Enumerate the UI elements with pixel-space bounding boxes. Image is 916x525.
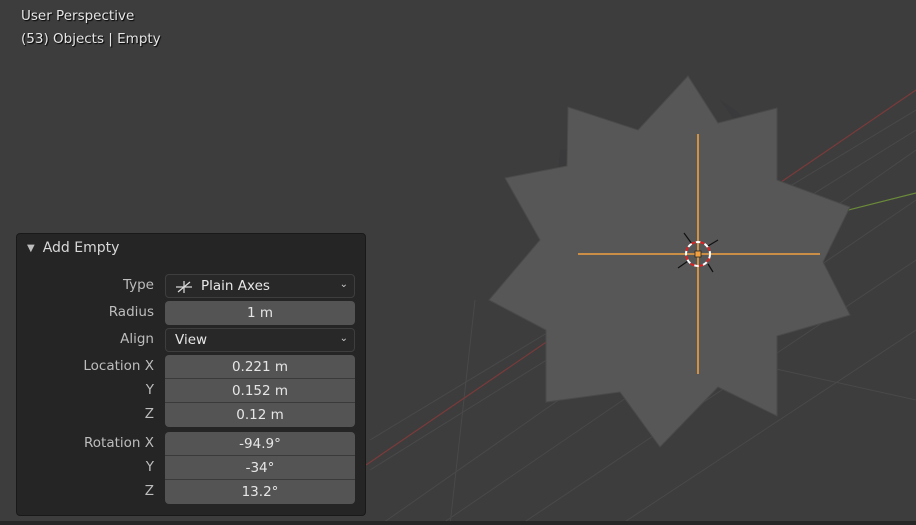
rotation-y-label: Y — [145, 459, 154, 475]
radius-label: Radius — [108, 304, 154, 320]
align-value: View — [175, 332, 208, 348]
context-info: (53) Objects | Empty — [21, 31, 161, 47]
type-dropdown[interactable]: Plain Axes ⌄ — [165, 274, 355, 298]
location-x-label: Location X — [83, 358, 154, 374]
chevron-down-icon: ⌄ — [339, 333, 348, 344]
type-row: Type Plain Axes ⌄ — [17, 274, 367, 298]
plain-axes-icon — [176, 281, 192, 293]
rotation-z-label: Z — [144, 483, 154, 499]
radius-row: Radius 1 m — [17, 301, 367, 325]
type-label: Type — [122, 277, 154, 293]
star-mesh-object[interactable] — [488, 75, 851, 448]
bottom-edge — [0, 521, 916, 525]
rotation-z-row: Z 13.2° — [17, 480, 367, 504]
panel-title: Add Empty — [42, 240, 120, 256]
rotation-x-field[interactable]: -94.9° — [165, 432, 355, 456]
panel-header-toggle[interactable]: ▼ Add Empty — [27, 240, 119, 256]
align-row: Align View ⌄ — [17, 328, 367, 352]
rotation-x-label: Rotation X — [84, 435, 154, 451]
type-value: Plain Axes — [201, 278, 270, 294]
location-z-label: Z — [144, 406, 154, 422]
chevron-down-icon: ⌄ — [339, 279, 348, 290]
location-x-field[interactable]: 0.221 m — [165, 355, 355, 379]
rotation-x-row: Rotation X -94.9° — [17, 432, 367, 456]
view-name: User Perspective — [21, 8, 135, 24]
align-label: Align — [120, 331, 154, 347]
rotation-y-row: Y -34° — [17, 456, 367, 480]
rotation-z-field[interactable]: 13.2° — [165, 480, 355, 504]
location-z-row: Z 0.12 m — [17, 403, 367, 427]
add-empty-operator-panel: ▼ Add Empty Type Plain Axes ⌄ Radius 1 m… — [16, 233, 366, 516]
location-y-label: Y — [145, 382, 154, 398]
location-y-row: Y 0.152 m — [17, 379, 367, 403]
location-y-field[interactable]: 0.152 m — [165, 379, 355, 403]
align-dropdown[interactable]: View ⌄ — [165, 328, 355, 352]
rotation-y-field[interactable]: -34° — [165, 456, 355, 480]
radius-field[interactable]: 1 m — [165, 301, 355, 325]
triangle-down-icon: ▼ — [27, 242, 35, 254]
location-z-field[interactable]: 0.12 m — [165, 403, 355, 427]
location-x-row: Location X 0.221 m — [17, 355, 367, 379]
